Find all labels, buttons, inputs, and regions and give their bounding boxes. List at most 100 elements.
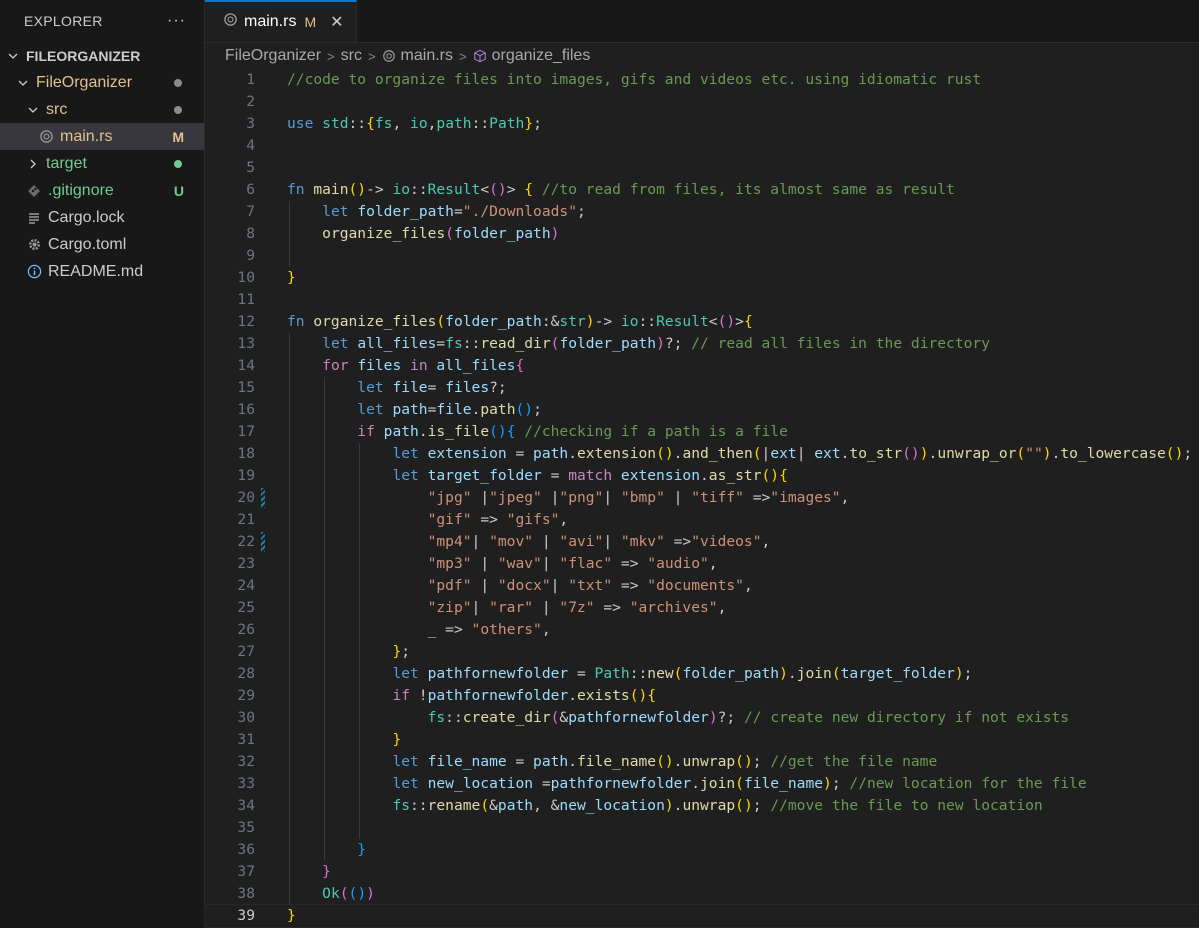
code-line[interactable]: 23 "mp3" | "wav"| "flac" => "audio", — [205, 553, 1199, 575]
code-line[interactable]: 18 let extension = path.extension().and_… — [205, 443, 1199, 465]
code-line[interactable]: 38 Ok(()) — [205, 883, 1199, 905]
line-number: 30 — [237, 709, 255, 726]
code-text: } — [287, 907, 296, 924]
code-text: let path=file.path(); — [357, 401, 542, 418]
breadcrumb: FileOrganizer > src > main.rs > organize… — [205, 43, 1199, 69]
explorer-sidebar: EXPLORER ··· FILEORGANIZER FileOrganizer… — [0, 0, 205, 928]
code-line[interactable]: 8 organize_files(folder_path) — [205, 223, 1199, 245]
line-number: 11 — [237, 291, 255, 308]
tree-folder-target[interactable]: target — [0, 150, 204, 177]
code-line[interactable]: 9 — [205, 245, 1199, 267]
code-line[interactable]: 6 fn main()-> io::Result<()> { //to read … — [205, 179, 1199, 201]
code-text: let extension = path.extension().and_the… — [392, 445, 1193, 462]
code-text: "jpg" |"jpeg" |"png"| "bmp" | "tiff" =>"… — [427, 489, 850, 506]
modified-dot-icon — [174, 78, 182, 87]
line-number: 18 — [237, 445, 255, 462]
code-line[interactable]: 16 let path=file.path(); — [205, 399, 1199, 421]
tree-root-fileorganizer[interactable]: FILEORGANIZER — [0, 42, 204, 69]
code-editor[interactable]: 1 //code to organize files into images, g… — [204, 69, 1199, 928]
tree-root-label: FILEORGANIZER — [26, 47, 141, 64]
line-number: 34 — [237, 797, 255, 814]
code-line[interactable]: 10} — [205, 267, 1199, 289]
code-text: } — [392, 731, 402, 748]
breadcrumb-fileorganizer[interactable]: FileOrganizer — [225, 47, 321, 65]
tab-bar: main.rs M ✕ — [205, 0, 1199, 43]
code-line[interactable]: 31 } — [205, 729, 1199, 751]
line-number: 33 — [237, 775, 255, 792]
tree-item-label: README.md — [48, 262, 144, 280]
code-line[interactable]: 30 fs::create_dir(&pathfornewfolder)?; /… — [205, 707, 1199, 729]
line-number: 20 — [237, 489, 255, 506]
git-untracked-badge: U — [173, 182, 184, 199]
tab-main-rs[interactable]: main.rs M ✕ — [205, 0, 357, 42]
line-number: 12 — [237, 313, 255, 330]
tree-file-cargo-toml[interactable]: Cargo.toml — [0, 231, 204, 258]
chevron-down-icon — [6, 50, 20, 62]
indent-guide — [289, 333, 290, 905]
tree-file-gitignore[interactable]: .gitignore U — [0, 177, 204, 204]
tree-file-main-rs[interactable]: main.rs M — [0, 123, 204, 150]
tree-item-label: FileOrganizer — [36, 73, 133, 91]
code-text: _ => "others", — [427, 621, 551, 638]
tree-folder-src[interactable]: src — [0, 96, 204, 123]
code-line[interactable]: 17 if path.is_file(){ //checking if a pa… — [205, 421, 1199, 443]
code-line[interactable]: 22 "mp4"| "mov" | "avi"| "mkv" =>"videos… — [205, 531, 1199, 553]
code-line[interactable]: 7 let folder_path="./Downloads"; — [205, 201, 1199, 223]
cube-method-icon — [473, 49, 486, 63]
code-text: if path.is_file(){ //checking if a path … — [357, 423, 788, 440]
code-line[interactable]: 24 "pdf" | "docx"| "txt" => "documents", — [205, 575, 1199, 597]
line-number: 2 — [246, 93, 255, 110]
explorer-title: EXPLORER — [24, 13, 103, 29]
tree-file-cargo-lock[interactable]: Cargo.lock — [0, 204, 204, 231]
code-line[interactable]: 3 use std::{fs, io,path::Path}; — [205, 113, 1199, 135]
code-text: let folder_path="./Downloads"; — [322, 203, 586, 220]
line-number: 7 — [246, 203, 255, 220]
indent-guide — [324, 377, 326, 861]
code-line[interactable]: 2 — [205, 91, 1199, 113]
code-line[interactable]: 27 }; — [205, 641, 1199, 663]
code-line[interactable]: 15 let file= files?; — [205, 377, 1199, 399]
code-line[interactable]: 32 let file_name = path.file_name().unwr… — [205, 751, 1199, 773]
code-line[interactable]: 36 } — [205, 839, 1199, 861]
line-number: 35 — [237, 819, 255, 836]
code-text: "mp3" | "wav"| "flac" => "audio", — [427, 555, 718, 572]
code-line[interactable]: 39} — [204, 904, 1199, 928]
code-line[interactable]: 19 let target_folder = match extension.a… — [205, 465, 1199, 487]
line-number: 3 — [246, 115, 255, 132]
code-line[interactable]: 11 — [205, 289, 1199, 311]
tree-folder-fileorganizer[interactable]: FileOrganizer — [0, 69, 204, 96]
code-line[interactable]: 34 fs::rename(&path, &new_location).unwr… — [205, 795, 1199, 817]
code-line[interactable]: 21 "gif" => "gifs", — [205, 509, 1199, 531]
code-line[interactable]: 28 let pathfornewfolder = Path::new(fold… — [205, 663, 1199, 685]
code-line[interactable]: 25 "zip"| "rar" | "7z" => "archives", — [205, 597, 1199, 619]
code-text: let file= files?; — [357, 379, 507, 396]
code-line[interactable]: 35 — [205, 817, 1199, 839]
chevron-down-icon — [26, 104, 40, 116]
modified-dot-icon — [174, 105, 182, 114]
code-line[interactable]: 1 //code to organize files into images, g… — [205, 69, 1199, 91]
breadcrumb-symbol[interactable]: organize_files — [473, 47, 590, 65]
breadcrumb-src[interactable]: src — [341, 47, 362, 65]
tree-file-readme[interactable]: README.md — [0, 258, 204, 285]
code-line[interactable]: 20 "jpg" |"jpeg" |"png"| "bmp" | "tiff" … — [205, 487, 1199, 509]
code-text: organize_files(folder_path) — [322, 225, 560, 242]
chevron-down-icon — [16, 77, 30, 89]
code-text: fs::create_dir(&pathfornewfolder)?; // c… — [427, 709, 1070, 726]
breadcrumb-main-rs[interactable]: main.rs — [382, 47, 453, 65]
code-line[interactable]: 12 fn organize_files(folder_path:&str)-> … — [205, 311, 1199, 333]
line-number: 6 — [246, 181, 255, 198]
code-line[interactable]: 13 let all_files=fs::read_dir(folder_pat… — [205, 333, 1199, 355]
code-line[interactable]: 37 } — [205, 861, 1199, 883]
code-line[interactable]: 33 let new_location =pathfornewfolder.jo… — [205, 773, 1199, 795]
code-line[interactable]: 5 — [205, 157, 1199, 179]
line-number: 36 — [237, 841, 255, 858]
tab-label: main.rs — [244, 13, 297, 30]
line-number: 39 — [237, 907, 255, 924]
code-line[interactable]: 14 for files in all_files{ — [205, 355, 1199, 377]
code-line[interactable]: 26 _ => "others", — [205, 619, 1199, 641]
close-icon[interactable]: ✕ — [330, 12, 343, 32]
code-line[interactable]: 4 — [205, 135, 1199, 157]
code-line[interactable]: 29 if !pathfornewfolder.exists(){ — [205, 685, 1199, 707]
more-actions-icon[interactable]: ··· — [167, 12, 186, 30]
line-number: 19 — [237, 467, 255, 484]
